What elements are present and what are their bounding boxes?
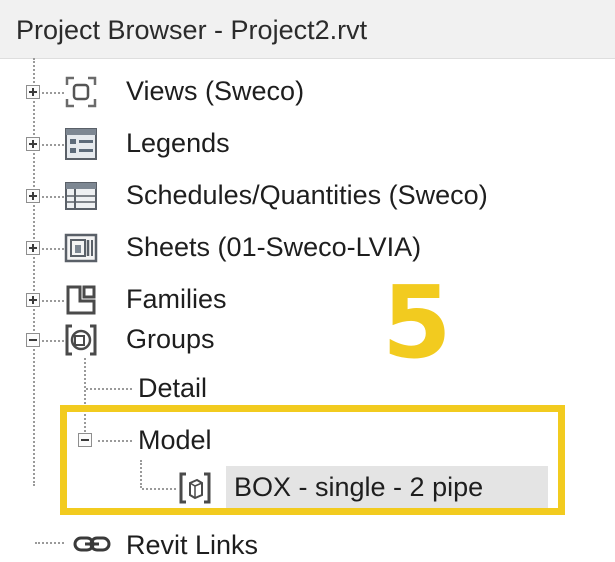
expand-toggle-families[interactable] xyxy=(26,293,40,307)
tree-connector xyxy=(86,388,132,390)
tree-item-groups-label[interactable]: Groups xyxy=(126,322,215,356)
tree-connector xyxy=(35,542,64,544)
tree-connector xyxy=(42,340,64,342)
collapse-toggle-groups[interactable] xyxy=(26,333,40,347)
schedules-icon xyxy=(64,179,98,213)
tree-connector xyxy=(42,144,64,146)
tree-item-views-label[interactable]: Views (Sweco) xyxy=(126,74,304,108)
tree-item-revit-links-label[interactable]: Revit Links xyxy=(126,528,258,562)
annotation-step-number: 5 xyxy=(382,264,452,381)
families-icon xyxy=(64,283,98,317)
project-browser-title-bar: Project Browser - Project2.rvt xyxy=(0,0,615,59)
tree-connector xyxy=(42,248,64,250)
tree-item-legends-label[interactable]: Legends xyxy=(126,126,230,160)
tree-item-detail-label[interactable]: Detail xyxy=(138,371,207,405)
revit-links-icon xyxy=(72,528,112,562)
expand-toggle-sheets[interactable] xyxy=(26,241,40,255)
expand-toggle-legends[interactable] xyxy=(26,137,40,151)
tree-item-schedules-label[interactable]: Schedules/Quantities (Sweco) xyxy=(126,178,488,212)
tree-item-families-label[interactable]: Families xyxy=(126,282,227,316)
views-icon xyxy=(64,75,98,109)
tree-item-sheets-label[interactable]: Sheets (01-Sweco-LVIA) xyxy=(126,230,421,264)
tree-connector xyxy=(42,196,64,198)
expand-toggle-schedules[interactable] xyxy=(26,189,40,203)
tree-connector-main xyxy=(33,58,35,486)
tree-connector xyxy=(42,92,64,94)
groups-icon xyxy=(64,323,98,357)
legends-icon xyxy=(64,127,98,161)
tree-connector xyxy=(42,300,64,302)
expand-toggle-views[interactable] xyxy=(26,85,40,99)
annotation-highlight-box xyxy=(60,405,565,515)
project-browser-title: Project Browser - Project2.rvt xyxy=(16,15,368,45)
sheets-icon xyxy=(64,231,98,265)
